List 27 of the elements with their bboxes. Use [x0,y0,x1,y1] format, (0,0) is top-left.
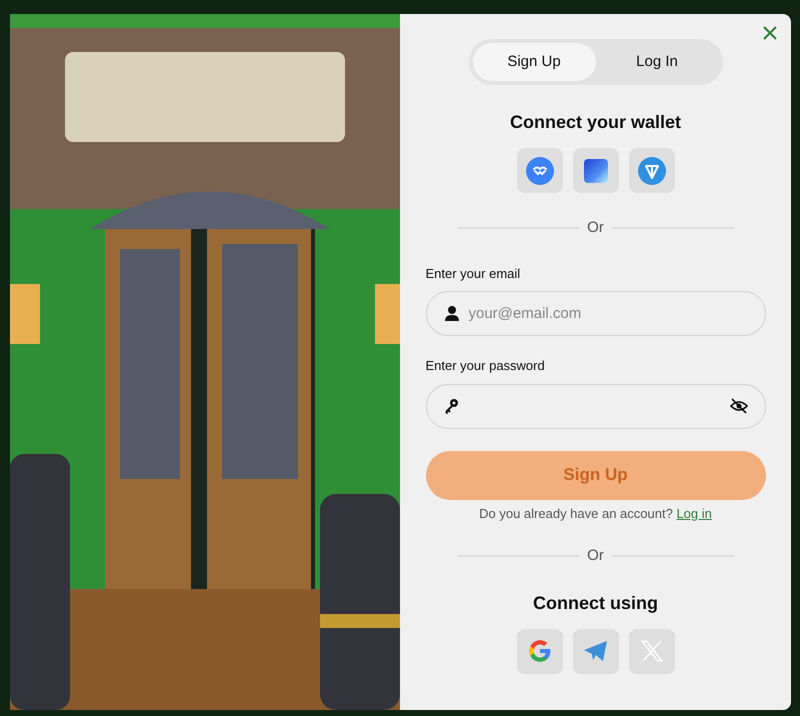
password-field[interactable] [426,384,766,428]
close-icon [762,25,778,41]
tab[interactable]: Log In [596,43,718,81]
social-button[interactable] [516,628,562,674]
account-prompt: Do you already have an account? Log in [478,504,713,523]
tab[interactable]: Sign Up [472,43,596,81]
wallet-heading: Connect your wallet [510,111,682,134]
wallet-button[interactable] [628,148,674,193]
key-icon [444,398,460,414]
divider-label: Or [587,218,604,238]
log-in-link[interactable]: Log in [676,506,712,520]
divider-label: Or [587,546,604,566]
wave-logo-icon [526,156,554,184]
user-icon [444,305,460,321]
paper-plane-icon [582,640,608,662]
field-label: Enter your email [426,264,522,283]
social-button[interactable] [572,628,618,674]
triangle-logo-icon [638,156,666,184]
eye-slash-icon[interactable] [730,398,748,414]
email-field[interactable]: your@email.com [426,291,766,336]
wallet-button[interactable] [572,148,618,193]
field-label: Enter your password [426,357,546,375]
wallet-button[interactable] [516,148,562,193]
social-heading: Connect using [533,592,658,615]
gradient-square-icon [584,158,608,182]
x-logo-icon [638,638,664,664]
google-g-icon [526,638,552,664]
